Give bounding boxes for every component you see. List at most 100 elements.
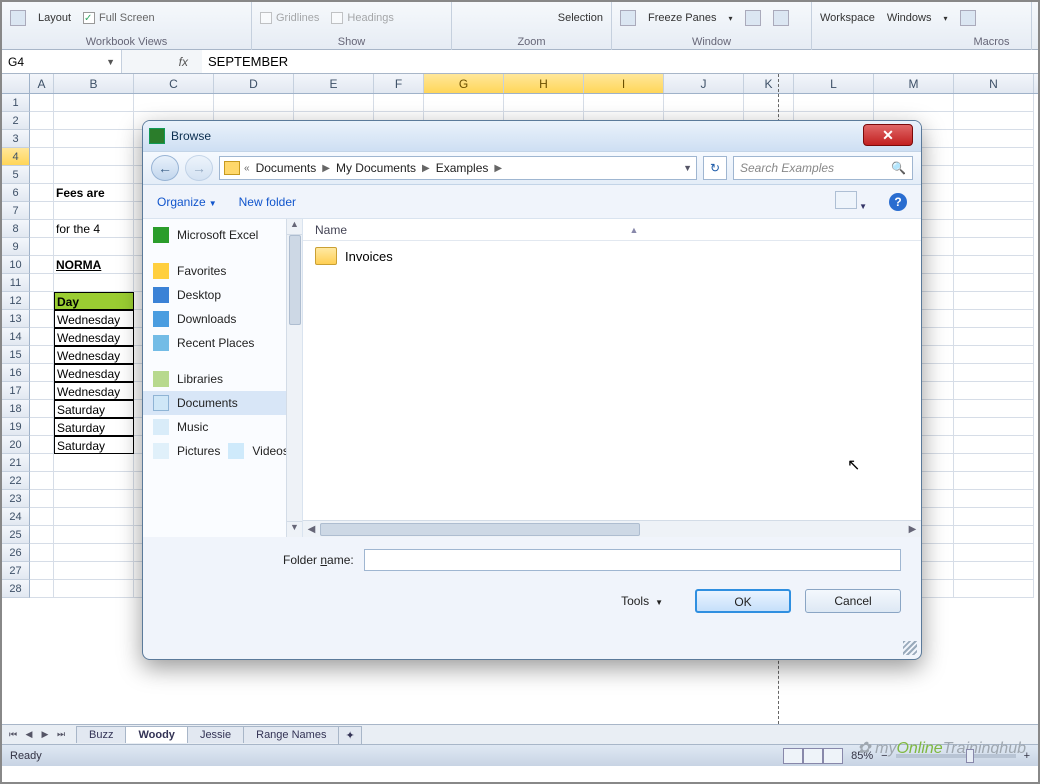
cell[interactable] <box>30 454 54 472</box>
cell[interactable] <box>30 238 54 256</box>
fx-label[interactable]: fx <box>122 55 202 69</box>
file-item-invoices[interactable]: Invoices <box>303 241 921 271</box>
cell[interactable] <box>664 94 744 112</box>
cell[interactable] <box>954 544 1034 562</box>
cell[interactable] <box>954 274 1034 292</box>
dialog-titlebar[interactable]: Browse ✕ <box>143 121 921 151</box>
cell[interactable] <box>294 94 374 112</box>
row-header[interactable]: 7 <box>2 202 30 220</box>
row-header[interactable]: 5 <box>2 166 30 184</box>
layout-label[interactable]: Layout <box>38 12 71 24</box>
cell[interactable] <box>954 310 1034 328</box>
sheet-next-icon[interactable]: ▶ <box>38 728 52 742</box>
sidebar-excel[interactable]: Microsoft Excel <box>143 223 302 247</box>
row-header[interactable]: 6 <box>2 184 30 202</box>
cell[interactable] <box>954 112 1034 130</box>
cell[interactable] <box>30 184 54 202</box>
cell[interactable] <box>954 328 1034 346</box>
view-mode-dropdown-icon[interactable]: ▼ <box>859 202 867 211</box>
cell[interactable] <box>30 580 54 598</box>
cell[interactable] <box>214 94 294 112</box>
row-header[interactable]: 2 <box>2 112 30 130</box>
cell[interactable] <box>30 256 54 274</box>
scroll-thumb[interactable] <box>289 235 301 325</box>
cell[interactable]: Day <box>54 292 134 310</box>
cell[interactable] <box>954 418 1034 436</box>
col-header-I[interactable]: I <box>584 74 664 93</box>
cell[interactable] <box>54 580 134 598</box>
sidebar-scrollbar[interactable]: ▲ ▼ <box>286 219 302 537</box>
cell[interactable] <box>54 274 134 292</box>
cell[interactable]: Wednesday <box>54 382 134 400</box>
sidebar-documents[interactable]: Documents <box>143 391 302 415</box>
view-pagebreak-icon[interactable] <box>823 748 843 764</box>
col-header-A[interactable]: A <box>30 74 54 93</box>
cell[interactable] <box>134 94 214 112</box>
cell[interactable] <box>584 94 664 112</box>
row-header[interactable]: 22 <box>2 472 30 490</box>
col-header-C[interactable]: C <box>134 74 214 93</box>
cancel-button[interactable]: Cancel <box>805 589 901 613</box>
scroll-up-icon[interactable]: ▲ <box>287 219 302 235</box>
row-header[interactable]: 26 <box>2 544 30 562</box>
col-header-H[interactable]: H <box>504 74 584 93</box>
cell[interactable] <box>954 148 1034 166</box>
file-list-hscroll[interactable]: ◀ ▶ <box>303 520 921 537</box>
ok-button[interactable]: OK <box>695 589 791 613</box>
cell[interactable] <box>54 454 134 472</box>
cell[interactable] <box>424 94 504 112</box>
sheet-tab-rangenames[interactable]: Range Names <box>243 726 339 743</box>
cell[interactable] <box>54 490 134 508</box>
cell[interactable] <box>30 292 54 310</box>
sheet-last-icon[interactable]: ⏭ <box>54 728 68 742</box>
name-box[interactable]: G4 ▼ <box>2 50 122 73</box>
help-icon[interactable]: ? <box>889 193 907 211</box>
new-sheet-tab[interactable]: ✦ <box>338 726 361 744</box>
row-header[interactable]: 4 <box>2 148 30 166</box>
cell[interactable] <box>30 148 54 166</box>
cell[interactable] <box>374 94 424 112</box>
col-header-D[interactable]: D <box>214 74 294 93</box>
row-header[interactable]: 20 <box>2 436 30 454</box>
cell[interactable] <box>954 184 1034 202</box>
cell[interactable] <box>30 400 54 418</box>
cell[interactable] <box>30 526 54 544</box>
cell[interactable] <box>30 346 54 364</box>
cell[interactable] <box>54 526 134 544</box>
cell[interactable] <box>954 220 1034 238</box>
cell[interactable] <box>54 202 134 220</box>
macros-icon[interactable] <box>960 10 976 26</box>
cell[interactable] <box>54 238 134 256</box>
row-header[interactable]: 14 <box>2 328 30 346</box>
cell[interactable] <box>954 130 1034 148</box>
resize-grip[interactable] <box>903 641 917 655</box>
cell[interactable] <box>30 202 54 220</box>
row-header[interactable]: 25 <box>2 526 30 544</box>
freeze-panes[interactable]: Freeze Panes <box>648 12 716 24</box>
cell[interactable] <box>504 94 584 112</box>
cell[interactable] <box>30 130 54 148</box>
file-list[interactable]: Name ▲ Invoices ◀ ▶ <box>303 219 921 537</box>
view-mode-icon[interactable] <box>835 191 857 209</box>
cell[interactable] <box>30 418 54 436</box>
row-header[interactable]: 8 <box>2 220 30 238</box>
search-input[interactable]: Search Examples 🔍 <box>733 156 913 180</box>
cell[interactable] <box>954 256 1034 274</box>
cell[interactable] <box>954 202 1034 220</box>
sidebar-desktop[interactable]: Desktop <box>143 283 302 307</box>
row-header[interactable]: 3 <box>2 130 30 148</box>
hscroll-left-icon[interactable]: ◀ <box>303 524 320 535</box>
sheet-tab-woody[interactable]: Woody <box>125 726 187 743</box>
row-header[interactable]: 28 <box>2 580 30 598</box>
sidebar-libraries[interactable]: Libraries <box>143 367 302 391</box>
cell[interactable] <box>954 490 1034 508</box>
row-header[interactable]: 15 <box>2 346 30 364</box>
col-header-L[interactable]: L <box>794 74 874 93</box>
cell[interactable] <box>874 94 954 112</box>
cell[interactable] <box>30 220 54 238</box>
view-layout-icon[interactable] <box>803 748 823 764</box>
cell[interactable] <box>954 580 1034 598</box>
cell[interactable] <box>54 166 134 184</box>
file-list-header[interactable]: Name ▲ <box>303 219 921 241</box>
row-header[interactable]: 19 <box>2 418 30 436</box>
